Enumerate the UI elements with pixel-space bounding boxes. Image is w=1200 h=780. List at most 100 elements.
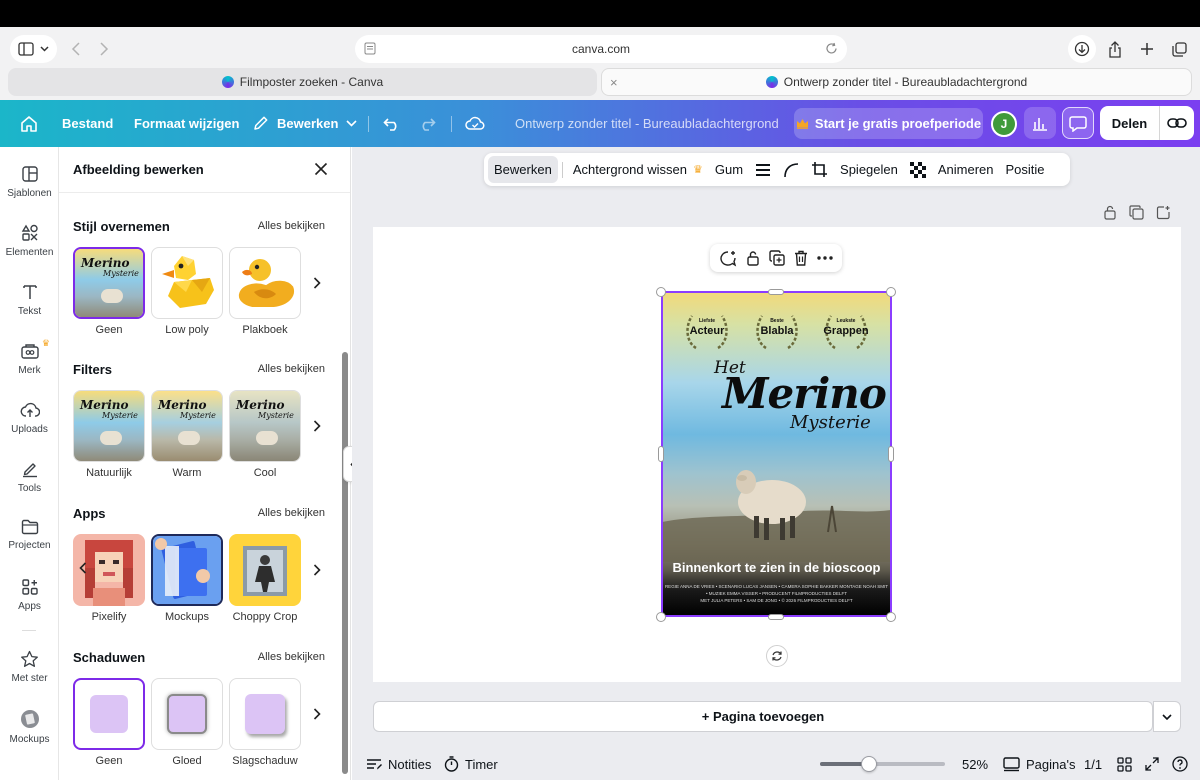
trash-icon[interactable] bbox=[794, 250, 808, 266]
timer-button[interactable]: Timer bbox=[444, 755, 498, 773]
duplicate-page-icon[interactable] bbox=[1129, 205, 1144, 220]
app-option-mockups[interactable]: Mockups bbox=[151, 534, 223, 623]
timer-icon bbox=[444, 756, 459, 772]
sidebar-toggle-button[interactable] bbox=[10, 35, 57, 63]
cloud-save-status[interactable] bbox=[465, 100, 485, 147]
rail-item-templates[interactable]: Sjablonen bbox=[0, 165, 59, 199]
home-button[interactable] bbox=[20, 100, 38, 147]
page-settings-icon[interactable] bbox=[364, 42, 376, 55]
rail-item-mockups[interactable]: Mockups bbox=[0, 709, 59, 745]
add-page-button[interactable]: + Pagina toevoegen bbox=[373, 701, 1153, 732]
tab-overview-button[interactable] bbox=[1166, 35, 1192, 63]
row-next-button[interactable] bbox=[309, 678, 325, 750]
resize-handle[interactable] bbox=[656, 287, 666, 297]
see-all-link[interactable]: Alles bekijken bbox=[258, 220, 325, 232]
style-option-scrapbook[interactable]: Plakboek bbox=[229, 247, 301, 336]
browser-tab[interactable]: Filmposter zoeken - Canva bbox=[8, 68, 597, 96]
close-tab-icon[interactable]: × bbox=[610, 75, 618, 90]
corner-rounding-button[interactable] bbox=[777, 156, 805, 183]
rail-item-apps[interactable]: Apps bbox=[0, 578, 59, 612]
fullscreen-button[interactable] bbox=[1145, 755, 1159, 773]
resize-handle[interactable] bbox=[888, 446, 894, 462]
undo-button[interactable] bbox=[383, 100, 401, 147]
redo-button[interactable] bbox=[418, 100, 436, 147]
filter-option-warm[interactable]: Merino Mysterie Warm bbox=[151, 390, 223, 479]
address-bar[interactable]: canva.com bbox=[355, 35, 847, 63]
close-icon[interactable] bbox=[314, 162, 328, 176]
style-option-low-poly[interactable]: Low poly bbox=[151, 247, 223, 336]
position-button[interactable]: Positie bbox=[1000, 156, 1051, 183]
add-page-options-button[interactable] bbox=[1153, 701, 1181, 732]
reload-icon[interactable] bbox=[825, 42, 838, 55]
pages-button[interactable]: Pagina's bbox=[1003, 755, 1075, 773]
rail-item-projects[interactable]: Projecten bbox=[0, 519, 59, 551]
add-page-icon[interactable] bbox=[1156, 205, 1171, 220]
downloads-button[interactable] bbox=[1068, 35, 1096, 63]
row-next-button[interactable] bbox=[309, 390, 325, 462]
flip-button[interactable]: Spiegelen bbox=[834, 156, 904, 183]
style-option-none[interactable]: Merino Mysterie Geen bbox=[73, 247, 145, 336]
rail-item-tools[interactable]: Tools bbox=[0, 460, 59, 494]
zoom-slider-knob[interactable] bbox=[860, 756, 877, 772]
resize-handle[interactable] bbox=[886, 612, 896, 622]
see-all-link[interactable]: Alles bekijken bbox=[258, 651, 325, 663]
app-option-pixelify[interactable]: Pixelify bbox=[73, 534, 145, 623]
share-button[interactable]: Delen bbox=[1100, 106, 1160, 140]
chevron-left-icon[interactable] bbox=[79, 562, 87, 574]
bg-remover-button[interactable]: Achtergrond wissen ♛ bbox=[567, 156, 709, 183]
eraser-button[interactable]: Gum bbox=[709, 156, 749, 183]
see-all-link[interactable]: Alles bekijken bbox=[258, 507, 325, 519]
design-title[interactable]: Ontwerp zonder titel - Bureaubladachterg… bbox=[515, 100, 779, 147]
rotate-handle[interactable] bbox=[766, 645, 788, 667]
rail-label: Tools bbox=[17, 483, 42, 494]
trial-button[interactable]: Start je gratis proefperiode bbox=[794, 108, 983, 139]
panel-scrollbar[interactable] bbox=[342, 352, 348, 774]
transparency-button[interactable] bbox=[904, 156, 932, 183]
insights-button[interactable] bbox=[1024, 107, 1056, 139]
row-next-button[interactable] bbox=[309, 247, 325, 319]
new-tab-button[interactable] bbox=[1134, 35, 1160, 63]
grid-view-button[interactable] bbox=[1117, 755, 1132, 773]
rail-item-brand[interactable]: ♛ Merk bbox=[0, 338, 59, 376]
shadow-option-glow[interactable]: Gloed bbox=[151, 678, 223, 767]
edit-menu[interactable]: Bewerken bbox=[252, 100, 357, 147]
lock-icon[interactable] bbox=[746, 250, 760, 266]
crop-button[interactable] bbox=[805, 156, 834, 183]
shadow-option-drop[interactable]: Slagschaduw bbox=[229, 678, 301, 767]
help-button[interactable] bbox=[1172, 755, 1188, 773]
user-avatar[interactable]: J bbox=[991, 111, 1017, 137]
comment-add-icon[interactable] bbox=[719, 250, 737, 267]
copy-link-button[interactable] bbox=[1160, 106, 1194, 140]
forward-button[interactable] bbox=[99, 42, 109, 56]
lock-page-icon[interactable] bbox=[1103, 205, 1117, 220]
resize-handle[interactable] bbox=[768, 614, 784, 620]
browser-tab-active[interactable]: × Ontwerp zonder titel - Bureaubladachte… bbox=[601, 68, 1192, 96]
resize-button[interactable]: Formaat wijzigen bbox=[134, 100, 239, 147]
share-page-button[interactable] bbox=[1102, 35, 1128, 63]
border-style-button[interactable] bbox=[749, 156, 777, 183]
resize-handle[interactable] bbox=[658, 446, 664, 462]
edit-image-button[interactable]: Bewerken bbox=[488, 156, 558, 183]
resize-handle[interactable] bbox=[886, 287, 896, 297]
row-next-button[interactable] bbox=[309, 534, 325, 606]
comments-button[interactable] bbox=[1062, 107, 1094, 139]
back-button[interactable] bbox=[71, 42, 81, 56]
resize-handle[interactable] bbox=[768, 289, 784, 295]
more-icon[interactable] bbox=[817, 256, 834, 260]
animate-button[interactable]: Animeren bbox=[932, 156, 1000, 183]
app-option-choppy-crop[interactable]: Choppy Crop bbox=[229, 534, 301, 623]
shadow-option-none[interactable]: Geen bbox=[73, 678, 145, 767]
rail-item-elements[interactable]: Elementen bbox=[0, 224, 59, 258]
duplicate-icon[interactable] bbox=[769, 250, 785, 266]
rail-item-uploads[interactable]: Uploads bbox=[0, 401, 59, 435]
rail-item-text[interactable]: Tekst bbox=[0, 283, 59, 317]
resize-handle[interactable] bbox=[656, 612, 666, 622]
filter-option-cool[interactable]: Merino Mysterie Cool bbox=[229, 390, 301, 479]
file-menu[interactable]: Bestand bbox=[62, 100, 113, 147]
zoom-percent[interactable]: 52% bbox=[962, 755, 988, 773]
notes-button[interactable]: Notities bbox=[366, 755, 431, 773]
rail-item-starred[interactable]: Met ster bbox=[0, 650, 59, 684]
zoom-slider[interactable] bbox=[820, 762, 945, 766]
filter-option-natural[interactable]: Merino Mysterie Natuurlijk bbox=[73, 390, 145, 479]
see-all-link[interactable]: Alles bekijken bbox=[258, 363, 325, 375]
